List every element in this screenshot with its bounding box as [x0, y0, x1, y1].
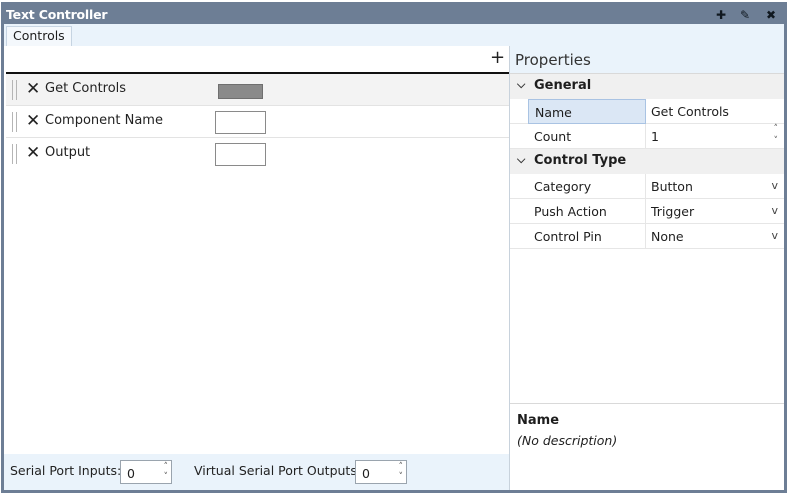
property-value[interactable]: Trigger — [651, 204, 694, 219]
control-button-preview[interactable] — [218, 84, 263, 99]
title-bar: Text Controller ✚ ✎ ✖ — [4, 5, 784, 24]
dropdown-arrow-icon[interactable]: v — [771, 179, 778, 192]
property-name[interactable]: Category — [528, 174, 646, 199]
spin-down-icon[interactable]: ˅ — [399, 473, 404, 482]
property-row-count[interactable]: Count 1 ˄ ˅ — [510, 124, 784, 149]
property-description: Name (No description) — [510, 404, 784, 490]
category-general[interactable]: ⌵ General — [510, 74, 784, 99]
virtual-outputs-value[interactable]: 0 — [362, 466, 370, 481]
content-area: + ✕ Get Controls ✕ Component Name ✕ Outp… — [4, 46, 784, 490]
spin-up-icon[interactable]: ˄ — [164, 463, 169, 472]
dropdown-arrow-icon[interactable]: v — [771, 229, 778, 242]
description-text: (No description) — [517, 433, 618, 448]
drag-handle[interactable] — [12, 144, 17, 164]
property-grid: ⌵ General Name Get Controls Count 1 ˄ ˅ … — [510, 73, 784, 404]
category-label: General — [534, 78, 592, 93]
serial-inputs-value[interactable]: 0 — [127, 466, 135, 481]
property-row-push-action[interactable]: Push Action Trigger v — [510, 199, 784, 224]
serial-inputs-stepper[interactable]: 0 ˄ ˅ — [120, 460, 172, 484]
edit-pencil-icon[interactable]: ✎ — [734, 5, 756, 24]
serial-port-footer: Serial Port Inputs: 0 ˄ ˅ Virtual Serial… — [4, 454, 509, 490]
serial-inputs-label: Serial Port Inputs: — [10, 463, 122, 478]
property-row-name[interactable]: Name Get Controls — [510, 99, 784, 124]
property-name[interactable]: Control Pin — [528, 224, 646, 249]
control-text-preview[interactable] — [215, 111, 266, 134]
property-row-control-pin[interactable]: Control Pin None v — [510, 224, 784, 249]
text-controller-window: Text Controller ✚ ✎ ✖ Controls + ✕ Get C… — [1, 2, 787, 493]
property-value[interactable]: 1 — [651, 129, 659, 144]
add-control-button[interactable]: + — [490, 49, 505, 67]
control-row[interactable]: ✕ Output — [6, 138, 509, 170]
property-name[interactable]: Push Action — [528, 199, 646, 224]
spin-down-icon[interactable]: ˅ — [164, 473, 169, 482]
drag-handle[interactable] — [12, 80, 17, 100]
virtual-outputs-stepper[interactable]: 0 ˄ ˅ — [355, 460, 407, 484]
controls-panel: + ✕ Get Controls ✕ Component Name ✕ Outp… — [4, 46, 509, 490]
spin-up-icon[interactable]: ˄ — [399, 463, 404, 472]
spin-down-icon[interactable]: ˅ — [774, 137, 779, 146]
controls-list: ✕ Get Controls ✕ Component Name ✕ Output — [6, 74, 509, 170]
control-row[interactable]: ✕ Component Name — [6, 106, 509, 138]
category-label: Control Type — [534, 153, 627, 168]
add-icon[interactable]: ✚ — [710, 5, 732, 24]
chevron-down-icon[interactable]: ⌵ — [517, 153, 525, 167]
properties-panel: Properties ⌵ General Name Get Controls C… — [509, 46, 784, 490]
window-title: Text Controller — [6, 7, 108, 22]
spin-up-icon[interactable]: ˄ — [774, 125, 779, 134]
property-value[interactable]: Button — [651, 179, 693, 194]
tab-strip: Controls — [4, 24, 784, 46]
tab-controls[interactable]: Controls — [6, 26, 72, 46]
drag-handle[interactable] — [12, 112, 17, 132]
property-value[interactable]: None — [651, 229, 684, 244]
remove-icon[interactable]: ✕ — [26, 145, 40, 162]
remove-icon[interactable]: ✕ — [26, 113, 40, 130]
control-label: Component Name — [45, 113, 163, 128]
control-row[interactable]: ✕ Get Controls — [6, 74, 509, 106]
dropdown-arrow-icon[interactable]: v — [771, 204, 778, 217]
remove-icon[interactable]: ✕ — [26, 81, 40, 98]
chevron-down-icon[interactable]: ⌵ — [517, 78, 525, 92]
property-value[interactable]: Get Controls — [651, 104, 729, 119]
control-label: Output — [45, 145, 91, 160]
close-icon[interactable]: ✖ — [760, 5, 782, 24]
control-label: Get Controls — [45, 81, 127, 96]
property-row-category[interactable]: Category Button v — [510, 174, 784, 199]
category-control-type[interactable]: ⌵ Control Type — [510, 149, 784, 174]
virtual-outputs-label: Virtual Serial Port Outputs: — [194, 463, 362, 478]
control-text-preview[interactable] — [215, 143, 266, 166]
properties-title: Properties — [515, 51, 591, 69]
property-name[interactable]: Name — [528, 99, 646, 124]
description-title: Name — [517, 413, 560, 428]
property-name[interactable]: Count — [528, 124, 646, 149]
